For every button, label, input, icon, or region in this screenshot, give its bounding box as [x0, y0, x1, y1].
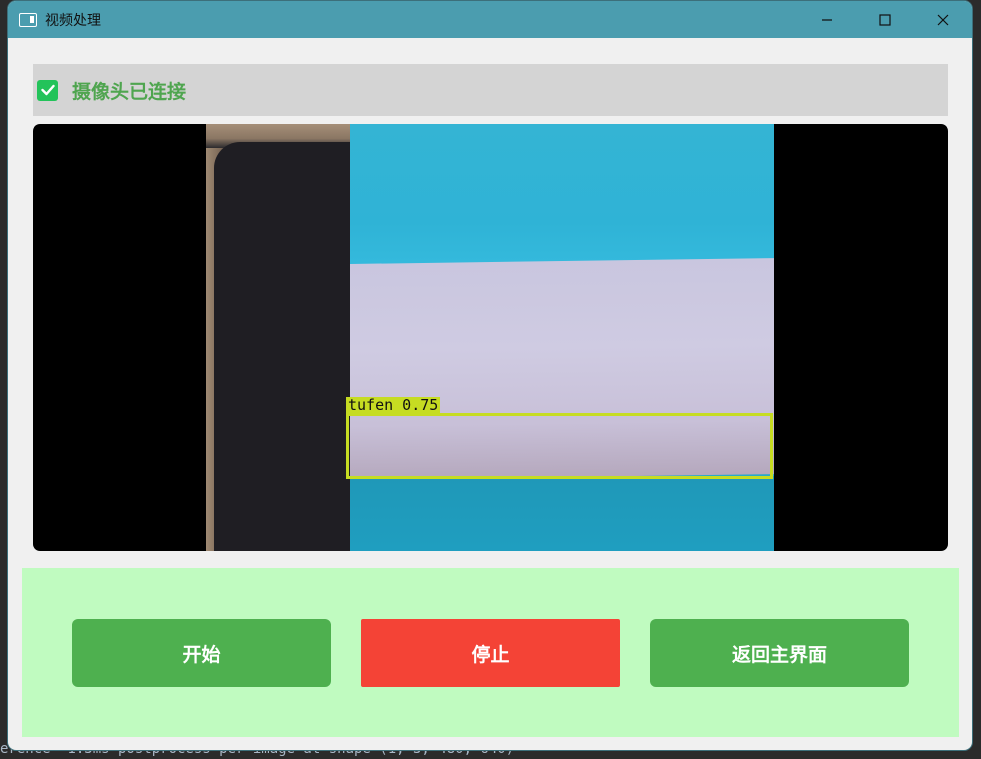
detection-label: tufen 0.75: [346, 396, 441, 414]
stop-button[interactable]: 停止: [361, 619, 620, 687]
camera-frame: [206, 124, 774, 551]
frame-screen: [350, 124, 774, 551]
window-controls: [798, 1, 972, 38]
camera-status-text: 摄像头已连接: [72, 80, 187, 103]
window-icon: [19, 12, 37, 27]
close-button[interactable]: [914, 1, 972, 38]
detection-bounding-box: [346, 413, 773, 479]
camera-connected-checkbox[interactable]: [37, 79, 58, 101]
maximize-icon: [879, 13, 891, 26]
title-bar[interactable]: 视频处理: [8, 1, 972, 38]
start-button[interactable]: 开始: [72, 619, 331, 687]
control-panel: 开始 停止 返回主界面: [22, 568, 959, 737]
maximize-button[interactable]: [856, 1, 914, 38]
video-processing-window: 视频处理 摄像头已连接 tufen 0.75 开始 停止 返回主界面: [8, 1, 972, 750]
camera-status-bar: 摄像头已连接: [33, 64, 948, 116]
video-display: tufen 0.75: [33, 124, 948, 551]
minimize-button[interactable]: [798, 1, 856, 38]
frame-band-bottom: [350, 476, 774, 551]
close-icon: [937, 14, 949, 25]
return-home-button[interactable]: 返回主界面: [650, 619, 909, 687]
checkmark-icon: [40, 84, 55, 96]
window-title: 视频处理: [45, 12, 101, 29]
minimize-icon: [822, 18, 832, 21]
